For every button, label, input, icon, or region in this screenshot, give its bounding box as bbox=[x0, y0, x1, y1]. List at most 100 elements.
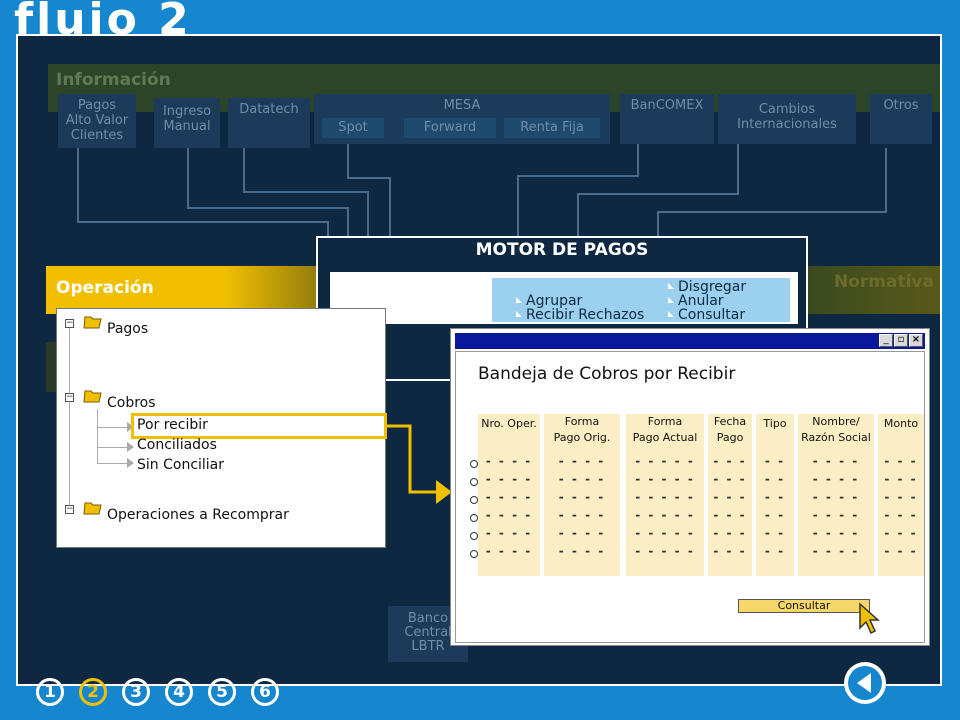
table-cell-placeholder: - - - - - bbox=[635, 490, 695, 504]
tree-item-por-recibir[interactable]: Por recibir bbox=[137, 417, 208, 433]
table-cell-placeholder: - - - - bbox=[485, 526, 533, 540]
table-cell-placeholder: - - - - bbox=[485, 454, 533, 468]
table-cell-placeholder: - - - bbox=[713, 526, 747, 540]
table-cell-placeholder: - - - - bbox=[812, 508, 860, 522]
restore-icon[interactable]: ▫ bbox=[894, 334, 908, 347]
table-cell-placeholder: - - - - bbox=[812, 526, 860, 540]
table-cell-placeholder: - - - bbox=[713, 508, 747, 522]
motor-title: MOTOR DE PAGOS bbox=[475, 240, 649, 260]
column-header: Forma Pago Actual bbox=[632, 415, 698, 444]
collapse-icon[interactable]: − bbox=[65, 505, 74, 514]
column-header: Tipo bbox=[763, 417, 787, 430]
folder-open-icon bbox=[83, 316, 102, 329]
close-icon[interactable]: × bbox=[909, 334, 923, 347]
tree-arrow-icon bbox=[127, 458, 134, 468]
table-cell-placeholder: - - - - bbox=[558, 472, 606, 486]
table-cell-placeholder: - - - bbox=[713, 490, 747, 504]
table-cell-placeholder: - - - - bbox=[485, 508, 533, 522]
table-cell-placeholder: - - - - - bbox=[635, 454, 695, 468]
minimize-icon[interactable]: _ bbox=[879, 334, 893, 347]
window-titlebar: _ ▫ × bbox=[455, 333, 925, 349]
step-4-button[interactable]: 4 bbox=[165, 678, 193, 706]
tree-item-pagos[interactable]: Pagos bbox=[107, 321, 148, 337]
table-cell-placeholder: - - - - bbox=[812, 454, 860, 468]
table-cell-placeholder: - - bbox=[764, 472, 786, 486]
operacion-label: Operación bbox=[56, 278, 154, 298]
column-header: Nro. Oper. bbox=[481, 417, 537, 430]
table-cell-placeholder: - - bbox=[764, 454, 786, 468]
motor-action-recibir-rechazos[interactable]: Recibir Rechazos bbox=[516, 308, 644, 323]
table-cell-placeholder: - - - bbox=[884, 454, 918, 468]
row-radio[interactable] bbox=[470, 478, 478, 486]
back-arrow-icon bbox=[857, 673, 871, 693]
tree-item-cobros[interactable]: Cobros bbox=[107, 395, 156, 411]
table-cell-placeholder: - - - bbox=[884, 544, 918, 558]
table-cell-placeholder: - - bbox=[764, 508, 786, 522]
tree-arrow-icon bbox=[127, 442, 134, 452]
row-radio[interactable] bbox=[470, 550, 478, 558]
collapse-icon[interactable]: − bbox=[65, 319, 74, 328]
step-1-button[interactable]: 1 bbox=[36, 678, 64, 706]
table-cell-placeholder: - - bbox=[764, 526, 786, 540]
normativa-tab bbox=[940, 258, 942, 304]
normativa-label: Normativa bbox=[834, 272, 934, 292]
operacion-bar: Operación bbox=[46, 266, 344, 314]
tree-line bbox=[97, 447, 131, 448]
table-cell-placeholder: - - - - bbox=[485, 490, 533, 504]
tree-line bbox=[69, 323, 70, 511]
bandeja-window: _ ▫ × Bandeja de Cobros por Recibir Nro.… bbox=[450, 328, 930, 646]
tree-line bbox=[97, 427, 131, 428]
table-cell-placeholder: - - - bbox=[884, 508, 918, 522]
flow-diagram-stage: Información Pagos Alto Valor Clientes In… bbox=[16, 34, 942, 686]
row-radio[interactable] bbox=[470, 460, 478, 468]
table-cell-placeholder: - - - - bbox=[485, 544, 533, 558]
table-cell-placeholder: - - - - - bbox=[635, 508, 695, 522]
motor-actions-panel: Agrupar Recibir Rechazos Disgregar Anula… bbox=[330, 272, 798, 324]
table-cell-placeholder: - - - - bbox=[812, 544, 860, 558]
window-title: Bandeja de Cobros por Recibir bbox=[478, 364, 736, 384]
table-cell-placeholder: - - - bbox=[713, 544, 747, 558]
table-cell-placeholder: - - - - bbox=[812, 472, 860, 486]
column-header: Nombre/ Razón Social bbox=[801, 415, 871, 444]
row-radio[interactable] bbox=[470, 496, 478, 504]
lower-tab bbox=[940, 312, 942, 356]
motor-action-consultar[interactable]: Consultar bbox=[668, 308, 745, 323]
table-cell-placeholder: - - bbox=[764, 490, 786, 504]
table-cell-placeholder: - - - bbox=[884, 490, 918, 504]
table-cell-placeholder: - - - - bbox=[812, 490, 860, 504]
table-cell-placeholder: - - bbox=[764, 544, 786, 558]
table-cell-placeholder: - - - bbox=[713, 454, 747, 468]
step-5-button[interactable]: 5 bbox=[208, 678, 236, 706]
step-3-button[interactable]: 3 bbox=[122, 678, 150, 706]
table-cell-placeholder: - - - - - bbox=[635, 526, 695, 540]
table-cell-placeholder: - - - - bbox=[558, 454, 606, 468]
tree-item-conciliados[interactable]: Conciliados bbox=[137, 437, 217, 453]
row-radio[interactable] bbox=[470, 514, 478, 522]
column-header: Monto bbox=[883, 417, 919, 430]
tree-panel: − Pagos − Cobros Por recibir Conciliados… bbox=[56, 308, 387, 548]
table-cell-placeholder: - - - - bbox=[558, 526, 606, 540]
folder-open-icon bbox=[83, 390, 102, 403]
window-body: Bandeja de Cobros por Recibir Nro. Oper.… bbox=[455, 351, 925, 643]
back-button[interactable] bbox=[844, 662, 886, 704]
collapse-icon[interactable]: − bbox=[65, 393, 74, 402]
table-cell-placeholder: - - - bbox=[884, 472, 918, 486]
tree-item-operaciones-recomprar[interactable]: Operaciones a Recomprar bbox=[107, 507, 289, 523]
consultar-button[interactable]: Consultar bbox=[738, 599, 870, 613]
column-header: Forma Pago Orig. bbox=[553, 415, 611, 444]
folder-open-icon bbox=[83, 502, 102, 515]
normativa-bar: Normativa bbox=[808, 258, 940, 304]
table-cell-placeholder: - - - - bbox=[558, 544, 606, 558]
table-cell-placeholder: - - - - bbox=[485, 472, 533, 486]
row-radio[interactable] bbox=[470, 532, 478, 540]
tree-item-sin-conciliar[interactable]: Sin Conciliar bbox=[137, 457, 224, 473]
table-cell-placeholder: - - - - bbox=[558, 490, 606, 504]
step-6-button[interactable]: 6 bbox=[251, 678, 279, 706]
step-2-button[interactable]: 2 bbox=[79, 678, 107, 706]
tree-line bbox=[97, 409, 98, 463]
table-cell-placeholder: - - - bbox=[713, 472, 747, 486]
table-cell-placeholder: - - - - bbox=[558, 508, 606, 522]
table-cell-placeholder: - - - - - bbox=[635, 544, 695, 558]
column-header: Fecha Pago bbox=[713, 415, 747, 444]
table-cell-placeholder: - - - bbox=[884, 526, 918, 540]
